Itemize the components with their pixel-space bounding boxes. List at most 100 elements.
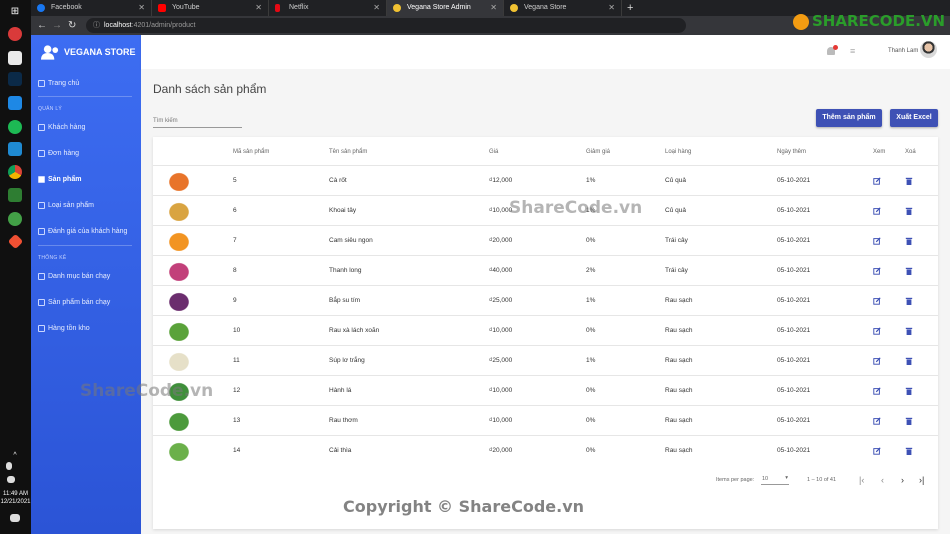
- avatar[interactable]: [920, 41, 937, 58]
- sidebar-item-home[interactable]: Trang chủ: [38, 79, 79, 89]
- start-icon[interactable]: ⊞: [8, 6, 22, 20]
- volume-icon[interactable]: [7, 476, 15, 483]
- calendar-app-icon[interactable]: [8, 51, 22, 65]
- tab-vegana-admin[interactable]: Vegana Store Admin ✕: [387, 0, 504, 16]
- git-icon[interactable]: [7, 233, 24, 250]
- brand[interactable]: VEGANA STORE: [41, 43, 136, 63]
- tab-youtube[interactable]: YouTube ✕: [152, 0, 269, 16]
- notification-icon[interactable]: [10, 514, 20, 522]
- tab-label: Vegana Store Admin: [407, 4, 471, 11]
- chart-icon: [38, 299, 45, 306]
- product-date: 05-10-2021: [777, 237, 811, 244]
- edit-icon[interactable]: [873, 237, 881, 245]
- close-icon[interactable]: ✕: [490, 0, 497, 16]
- delete-icon[interactable]: [905, 267, 913, 275]
- page-size-select[interactable]: 10 ▾: [761, 474, 789, 485]
- forward-icon[interactable]: →: [52, 18, 62, 33]
- search-input[interactable]: Tìm kiếm: [153, 116, 242, 128]
- delete-icon[interactable]: [905, 327, 913, 335]
- back-icon[interactable]: ←: [37, 18, 47, 33]
- sidebar-item-inventory[interactable]: Hàng tồn kho: [38, 324, 90, 334]
- delete-icon[interactable]: [905, 237, 913, 245]
- column-header-date[interactable]: Ngày thêm: [777, 149, 806, 155]
- export-excel-button[interactable]: Xuất Excel: [890, 109, 938, 127]
- column-header-view: Xem: [873, 149, 886, 155]
- tab-vegana-store[interactable]: Vegana Store ✕: [504, 0, 622, 16]
- delete-icon[interactable]: [905, 417, 913, 425]
- edit-icon[interactable]: [873, 267, 881, 275]
- url-input[interactable]: ⓘ localhost:4201/admin/product: [86, 18, 686, 33]
- sidebar-item-top-products[interactable]: Sản phẩm bán chạy: [38, 298, 110, 308]
- close-icon[interactable]: ✕: [138, 0, 145, 16]
- table-row: 13 Rau thơm ₫10,000 0% Rau sạch 05-10-2021: [153, 405, 938, 435]
- remote-desktop-icon[interactable]: [8, 188, 22, 202]
- product-image: [167, 231, 191, 251]
- first-page-icon[interactable]: |‹: [859, 475, 864, 485]
- sidebar-item-customers[interactable]: Khách hàng: [38, 123, 85, 133]
- delete-icon[interactable]: [905, 447, 913, 455]
- edit-icon[interactable]: [873, 297, 881, 305]
- page-size-value: 10: [762, 476, 769, 482]
- close-icon[interactable]: ✕: [608, 0, 615, 16]
- mail-icon[interactable]: [8, 96, 22, 110]
- last-page-icon[interactable]: ›|: [919, 475, 924, 485]
- items-per-page-label: Items per page:: [716, 477, 755, 483]
- edit-icon[interactable]: [873, 387, 881, 395]
- tab-netflix[interactable]: Netflix ✕: [269, 0, 387, 16]
- product-name: Cà rốt: [329, 177, 347, 184]
- close-icon[interactable]: ✕: [255, 0, 262, 16]
- sidebar-item-label: Danh mục bán chạy: [48, 273, 111, 280]
- column-header-discount[interactable]: Giảm giá: [586, 149, 610, 155]
- sidebar-item-categories[interactable]: Loại sản phẩm: [38, 201, 94, 211]
- column-header-id[interactable]: Mã sản phẩm: [233, 149, 269, 155]
- sidebar-item-orders[interactable]: Đơn hàng: [38, 149, 79, 159]
- edit-icon[interactable]: [873, 327, 881, 335]
- next-page-icon[interactable]: ›: [901, 475, 904, 485]
- edit-icon[interactable]: [873, 207, 881, 215]
- column-header-type[interactable]: Loại hàng: [665, 149, 691, 155]
- close-icon[interactable]: ✕: [373, 0, 380, 16]
- new-tab-button[interactable]: +: [627, 0, 641, 16]
- user-name[interactable]: Thanh Lam: [888, 48, 918, 54]
- product-price: ₫10,000: [489, 387, 513, 394]
- menu-icon[interactable]: ≡: [850, 46, 855, 56]
- spotify-icon[interactable]: [8, 120, 22, 134]
- add-product-button[interactable]: Thêm sản phẩm: [816, 109, 882, 127]
- sidebar-item-reviews[interactable]: Đánh giá của khách hàng: [38, 227, 127, 237]
- mic-icon[interactable]: [6, 462, 12, 470]
- sidebar-item-label: Khách hàng: [48, 124, 86, 131]
- vscode-icon[interactable]: [8, 142, 22, 156]
- prev-page-icon[interactable]: ‹: [881, 475, 884, 485]
- sidebar-item-top-categories[interactable]: Danh mục bán chạy: [38, 272, 110, 282]
- edit-icon[interactable]: [873, 357, 881, 365]
- sidebar-item-label: Sản phẩm: [48, 176, 82, 183]
- green-app-icon[interactable]: [8, 212, 22, 226]
- product-discount: 0%: [586, 237, 596, 244]
- product-id: 12: [233, 387, 241, 394]
- range-label: 1 – 10 of 41: [807, 477, 837, 483]
- sidebar-item-label: Loại sản phẩm: [48, 202, 94, 209]
- brand-name: VEGANA STORE: [64, 47, 136, 57]
- sidebar-item-products[interactable]: Sản phẩm: [38, 175, 81, 185]
- column-header-name[interactable]: Tên sản phẩm: [329, 149, 367, 155]
- delete-icon[interactable]: [905, 297, 913, 305]
- delete-icon[interactable]: [905, 387, 913, 395]
- table-row: 12 Hành lá ₫10,000 0% Rau sạch 05-10-2021: [153, 375, 938, 405]
- photoshop-icon[interactable]: [8, 72, 22, 86]
- delete-icon[interactable]: [905, 357, 913, 365]
- vegana-icon: [393, 4, 401, 12]
- delete-icon[interactable]: [905, 207, 913, 215]
- column-header-price[interactable]: Giá: [489, 149, 498, 155]
- edit-icon[interactable]: [873, 177, 881, 185]
- sidebar-item-label: Sản phẩm bán chạy: [48, 299, 111, 306]
- chrome-icon[interactable]: [8, 165, 22, 179]
- notification-dot: [833, 45, 838, 50]
- reload-icon[interactable]: ↻: [68, 18, 76, 33]
- product-date: 05-10-2021: [777, 207, 811, 214]
- edit-icon[interactable]: [873, 447, 881, 455]
- product-date: 05-10-2021: [777, 297, 811, 304]
- delete-icon[interactable]: [905, 177, 913, 185]
- tab-facebook[interactable]: Facebook ✕: [31, 0, 152, 16]
- edit-icon[interactable]: [873, 417, 881, 425]
- power-app-icon[interactable]: [8, 27, 22, 41]
